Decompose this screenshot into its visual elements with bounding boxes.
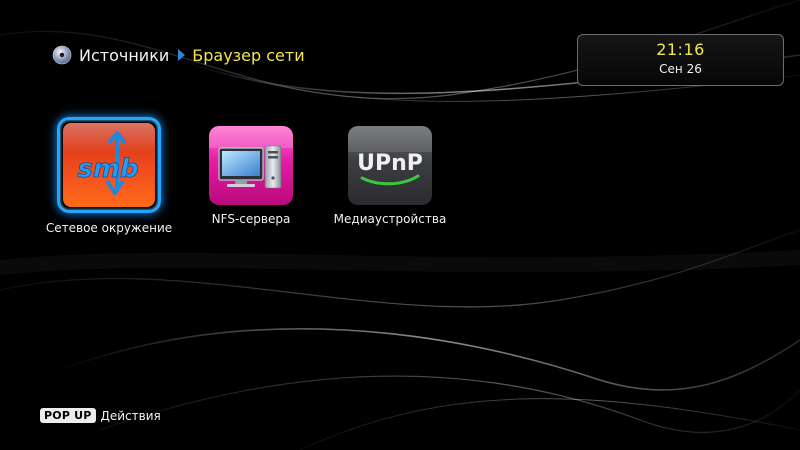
breadcrumb: Источники Браузер сети: [52, 44, 305, 66]
smb-icon: smb: [63, 123, 155, 207]
clock-time: 21:16: [656, 40, 705, 59]
breadcrumb-current: Браузер сети: [192, 45, 305, 65]
popup-key-badge: POP UP: [40, 408, 96, 423]
svg-text:smb: smb: [77, 154, 138, 184]
nfs-server-icon: [209, 126, 293, 205]
svg-text:UPnP: UPnP: [357, 151, 423, 176]
breadcrumb-arrow-icon: [178, 49, 186, 61]
popup-hint-label: Действия: [100, 408, 161, 423]
disc-icon: [52, 45, 72, 65]
popup-hint: POP UP Действия: [40, 408, 161, 423]
upnp-icon: UPnP: [348, 126, 432, 205]
clock-panel: 21:16 Сен 26: [577, 34, 784, 86]
tile-label: Медиаустройства: [333, 212, 447, 226]
breadcrumb-parent[interactable]: Источники: [79, 46, 169, 65]
clock-date: Сен 26: [659, 62, 702, 76]
